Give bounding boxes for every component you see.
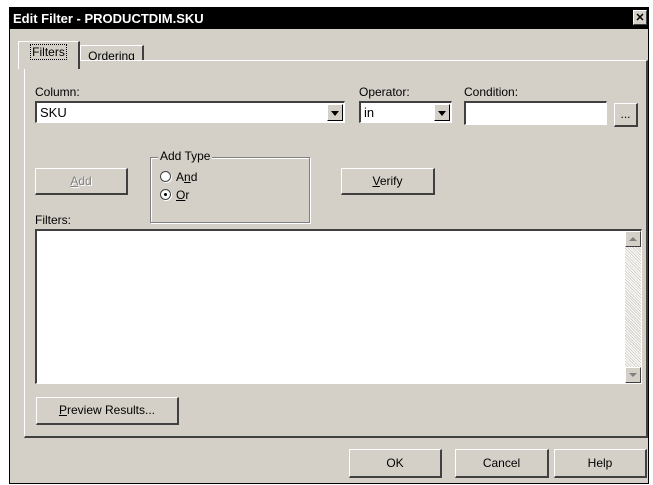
- window-title: Edit Filter - PRODUCTDIM.SKU: [13, 11, 204, 26]
- chevron-down-icon: [438, 111, 446, 116]
- filters-tab-panel: Column: SKU Operator: in Condition: ... …: [24, 60, 648, 438]
- condition-input[interactable]: [464, 101, 607, 125]
- chevron-down-icon: [629, 373, 637, 377]
- radio-or[interactable]: Or: [160, 188, 189, 202]
- add-button[interactable]: Add: [35, 168, 128, 195]
- filters-scrollbar[interactable]: [625, 231, 641, 383]
- chevron-up-icon: [629, 237, 637, 241]
- edit-filter-dialog: Edit Filter - PRODUCTDIM.SKU ✕ Filters O…: [9, 7, 649, 484]
- add-type-legend: Add Type: [158, 149, 213, 163]
- condition-label: Condition:: [464, 85, 519, 99]
- radio-and-indicator[interactable]: [160, 171, 171, 182]
- operator-value: in: [364, 105, 375, 120]
- operator-combobox[interactable]: in: [359, 101, 452, 123]
- preview-results-button[interactable]: Preview Results...: [36, 397, 179, 425]
- scroll-up-button[interactable]: [625, 231, 641, 247]
- close-icon[interactable]: ✕: [633, 10, 647, 25]
- column-label: Column:: [35, 85, 80, 99]
- column-dropdown-button[interactable]: [327, 104, 343, 121]
- radio-and[interactable]: And: [160, 170, 197, 184]
- operator-dropdown-button[interactable]: [434, 104, 450, 121]
- column-value: SKU: [40, 105, 67, 120]
- chevron-down-icon: [331, 111, 339, 116]
- verify-button[interactable]: Verify: [341, 168, 435, 195]
- filters-listbox[interactable]: [35, 229, 642, 384]
- radio-or-indicator[interactable]: [160, 189, 171, 200]
- tab-filters-label: Filters: [30, 44, 67, 60]
- help-button[interactable]: Help: [554, 449, 647, 478]
- column-combobox[interactable]: SKU: [35, 101, 345, 123]
- radio-and-label: And: [176, 170, 198, 184]
- tab-filters[interactable]: Filters: [18, 41, 80, 69]
- filters-label: Filters:: [35, 213, 71, 227]
- scroll-down-button[interactable]: [625, 367, 641, 383]
- condition-browse-button[interactable]: ...: [614, 103, 638, 127]
- operator-label: Operator:: [359, 85, 410, 99]
- ok-button[interactable]: OK: [349, 449, 442, 478]
- radio-or-label: Or: [176, 188, 190, 202]
- cancel-button[interactable]: Cancel: [455, 449, 549, 478]
- title-bar[interactable]: Edit Filter - PRODUCTDIM.SKU ✕: [10, 8, 648, 29]
